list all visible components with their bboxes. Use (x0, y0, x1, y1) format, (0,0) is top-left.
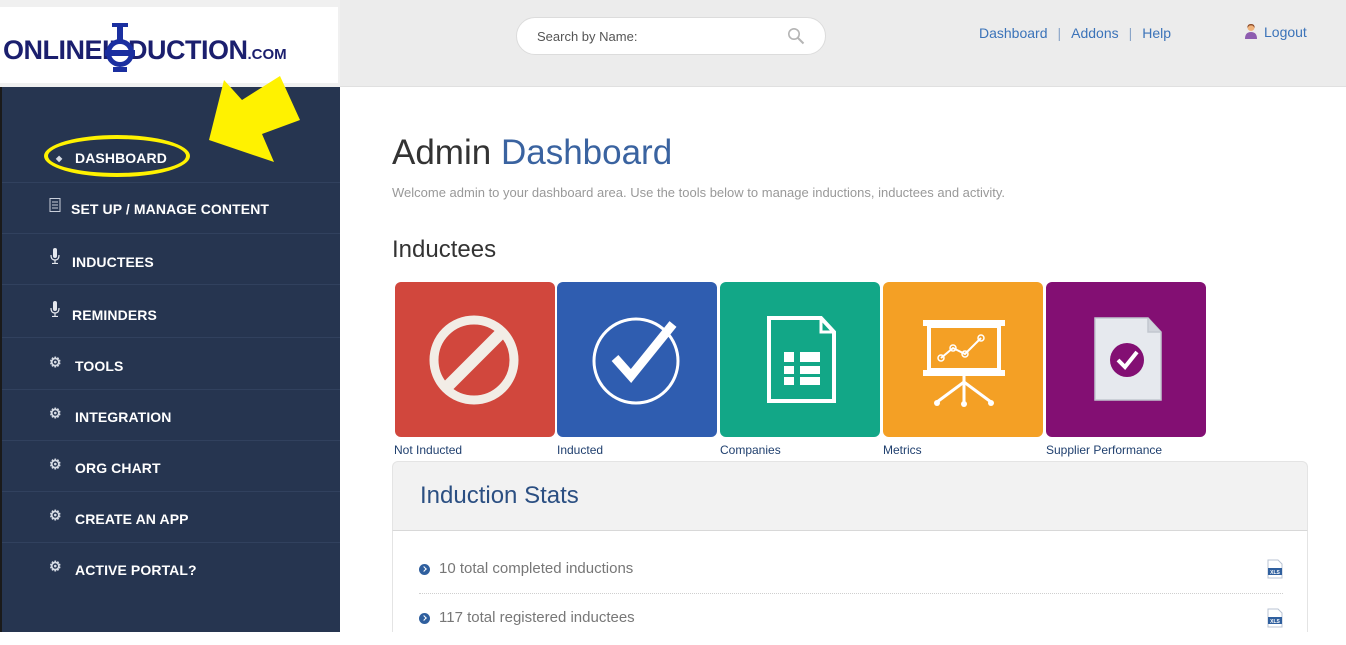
tile-label-companies[interactable]: Companies (720, 443, 781, 457)
sidebar-item-label: Integration (75, 409, 172, 425)
xls-export-label: XLS (1270, 619, 1280, 625)
logout-link[interactable]: Logout (1244, 23, 1307, 40)
page-title-plain: Admin (392, 133, 492, 172)
xls-export-label: XLS (1270, 570, 1280, 576)
welcome-text: Welcome admin to your dashboard area. Us… (392, 185, 1006, 200)
chevron-right-icon (419, 613, 430, 624)
logo-suffix: .COM (247, 46, 287, 63)
gear-icon: ⚙ (49, 507, 62, 523)
list-item: 10 total completed inductions XLS (419, 547, 1283, 596)
sidebar-item-create-app[interactable]: ⚙ Create An App (2, 492, 340, 543)
sidebar-item-label: Reminders (72, 307, 157, 323)
list-item: 117 total registered inductees XLS (419, 596, 1283, 645)
sidebar-item-label: Active Portal? (75, 562, 197, 578)
logo-text: ONLINEINDUCTION.COM (3, 35, 287, 66)
stat-text: 117 total registered inductees (439, 609, 635, 626)
document-check-icon (1094, 317, 1162, 401)
tile-label-supplier-performance[interactable]: Supplier Performance (1046, 443, 1162, 457)
search-input[interactable] (535, 27, 775, 45)
sidebar-item-label: Create An App (75, 511, 189, 527)
tile-inducted[interactable] (557, 282, 717, 437)
sidebar-item-active-portal[interactable]: ⚙ Active Portal? (2, 543, 340, 594)
tile-not-inducted[interactable] (395, 282, 555, 437)
search-box[interactable] (516, 17, 826, 55)
sidebar-item-inductees[interactable]: Inductees (2, 234, 340, 285)
gear-icon: ⚙ (49, 354, 62, 370)
sidebar-item-org-chart[interactable]: ⚙ Org Chart (2, 441, 340, 492)
checkmark-circle-icon (592, 317, 680, 405)
sidebar-item-setup[interactable]: Set Up / Manage Content (2, 183, 340, 234)
nav-dashboard-link[interactable]: Dashboard (979, 25, 1048, 41)
logout-label: Logout (1264, 24, 1307, 40)
user-icon (1245, 24, 1257, 39)
highlight-arrow-icon (209, 76, 300, 162)
page-title: Admin Dashboard (392, 133, 672, 173)
sidebar-item-label: Org Chart (75, 460, 161, 476)
top-nav: Dashboard | Addons | Help (979, 25, 1171, 41)
stats-list: 10 total completed inductions XLS 117 to… (392, 531, 1308, 632)
search-icon[interactable] (787, 27, 805, 45)
tile-label-inducted[interactable]: Inducted (557, 443, 603, 457)
sidebar-item-label: Tools (75, 358, 124, 374)
sidebar-item-reminders[interactable]: Reminders (2, 287, 340, 338)
nav-help-link[interactable]: Help (1142, 25, 1171, 41)
microphone-icon (50, 248, 60, 264)
top-bar: Dashboard | Addons | Help Logout (340, 0, 1346, 87)
sidebar-item-label: Set Up / Manage Content (71, 201, 270, 217)
divider (419, 593, 1283, 594)
document-list-icon (767, 316, 836, 403)
sidebar-item-tools[interactable]: ⚙ Tools (2, 339, 340, 390)
logo-knob-icon (105, 23, 135, 72)
document-icon (49, 198, 61, 212)
sidebar-item-label: Inductees (72, 254, 154, 270)
tile-supplier-performance[interactable] (1046, 282, 1206, 437)
highlight-ring (44, 135, 190, 177)
nav-separator: | (1128, 25, 1133, 41)
nav-separator: | (1057, 25, 1062, 41)
section-heading: Inductees (392, 236, 497, 263)
chevron-right-icon (419, 564, 430, 575)
sidebar-item-integration[interactable]: ⚙ Integration (2, 390, 340, 441)
stats-title: Induction Stats (420, 482, 579, 509)
gear-icon: ⚙ (49, 456, 62, 472)
page-title-accent: Dashboard (500, 133, 673, 172)
xls-export-icon[interactable]: XLS (1267, 608, 1283, 628)
no-entry-icon (429, 315, 519, 405)
stat-text: 10 total completed inductions (439, 560, 634, 577)
tile-companies[interactable] (720, 282, 880, 437)
tile-label-not-inducted[interactable]: Not Inducted (394, 443, 462, 457)
gear-icon: ⚙ (49, 405, 62, 421)
nav-addons-link[interactable]: Addons (1071, 25, 1118, 41)
stats-header: Induction Stats (392, 461, 1308, 531)
xls-export-icon[interactable]: XLS (1267, 559, 1283, 579)
gear-icon: ⚙ (49, 558, 62, 574)
tile-label-metrics[interactable]: Metrics (883, 443, 922, 457)
microphone-icon (50, 301, 60, 317)
tile-metrics[interactable] (883, 282, 1043, 437)
presentation-chart-icon (923, 320, 1005, 407)
